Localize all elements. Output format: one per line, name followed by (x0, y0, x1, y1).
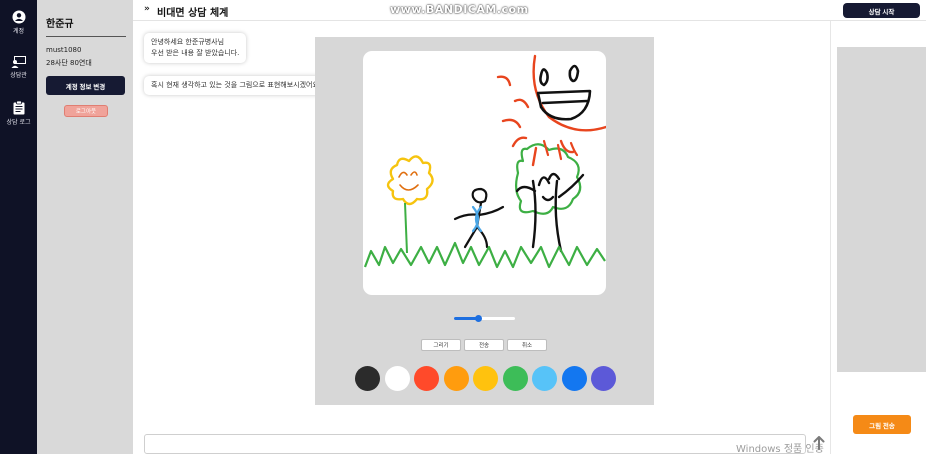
nav-item-consult-log[interactable]: 상담 로그 (0, 101, 37, 126)
account-name: 한준규 (46, 19, 74, 30)
color-swatch[interactable] (414, 366, 439, 391)
account-unit: 28사단 80연대 (46, 59, 92, 67)
drawing-board: 그리기 전송 취소 (315, 37, 654, 405)
chat-message-line: 안녕하세요 한준규병사님 (151, 38, 225, 46)
page-header: » 비대면 상담 체계 상담 시작 (133, 0, 926, 21)
color-swatch[interactable] (532, 366, 557, 391)
color-swatch[interactable] (502, 366, 528, 391)
message-input[interactable] (144, 434, 806, 454)
account-icon (12, 10, 25, 24)
nav-item-label: 상담 로그 (6, 119, 31, 126)
double-chevron-icon[interactable]: » (144, 4, 150, 14)
drawing-canvas[interactable] (363, 51, 606, 295)
page-title: 비대면 상담 체계 (157, 8, 229, 19)
chat-message: 안녕하세요 한준규병사님 우선 받은 내용 잘 받았습니다. (144, 33, 247, 63)
color-swatch[interactable] (561, 366, 587, 391)
upload-icon[interactable] (813, 436, 825, 450)
nav-item-consult-room[interactable]: 상담관 (0, 55, 37, 79)
nav-item-label: 상담관 (10, 72, 27, 79)
consult-room-icon (11, 56, 26, 68)
account-panel: 한준규 must1080 28사단 80연대 계정 정보 변경 로그아웃 (37, 0, 133, 454)
user-drawing (363, 54, 606, 269)
nav-rail: 계정 상담관 상담 로그 (0, 0, 37, 454)
color-swatch[interactable] (473, 366, 498, 391)
color-swatch[interactable] (384, 366, 410, 391)
nav-item-label: 계정 (12, 28, 25, 35)
chat-message: 혹시 현재 생각하고 있는 것을 그림으로 표현해보시겠어요? (144, 76, 330, 95)
clipboard-icon (13, 101, 24, 115)
logout-button[interactable]: 로그아웃 (64, 105, 108, 117)
windows-activation-notice: Windows 정품 인증 (736, 444, 824, 454)
brush-size-slider[interactable] (454, 315, 515, 322)
send-button[interactable]: 전송 (464, 339, 504, 351)
chat-message-line: 혹시 현재 생각하고 있는 것을 그림으로 표현해보시겠어요? (151, 81, 323, 89)
color-swatch[interactable] (443, 366, 469, 391)
divider (830, 21, 831, 454)
side-panel (837, 47, 926, 372)
account-user-id: must1080 (46, 46, 82, 54)
recorder-watermark: www.BANDICAM.com (390, 3, 529, 16)
send-drawing-button[interactable]: 그림 전송 (853, 415, 911, 434)
slider-handle[interactable] (474, 315, 482, 322)
color-swatch[interactable] (591, 366, 616, 391)
color-swatch[interactable] (355, 366, 380, 391)
draw-button[interactable]: 그리기 (421, 339, 461, 351)
edit-account-button[interactable]: 계정 정보 변경 (46, 76, 125, 95)
start-consult-button[interactable]: 상담 시작 (843, 3, 920, 18)
cancel-button[interactable]: 취소 (507, 339, 547, 351)
nav-item-account[interactable]: 계정 (0, 10, 37, 35)
chat-message-line: 우선 받은 내용 잘 받았습니다. (151, 49, 240, 57)
